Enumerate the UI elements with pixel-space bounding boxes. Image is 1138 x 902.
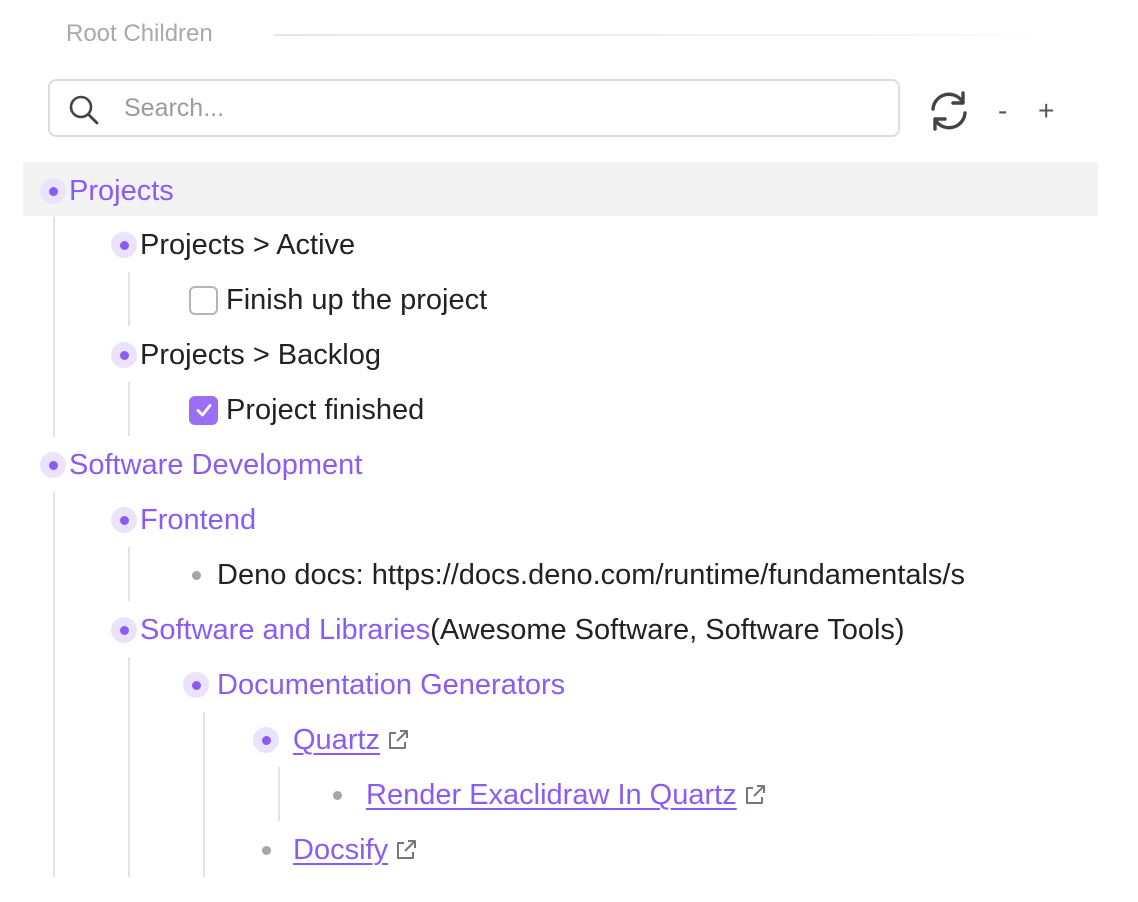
bullet-icon[interactable] bbox=[111, 232, 137, 258]
tree-item-software-libraries[interactable]: Software and Libraries (Awesome Software… bbox=[111, 603, 905, 657]
task-item[interactable]: Finish up the project bbox=[189, 273, 487, 327]
tree-item-documentation-generators[interactable]: Documentation Generators bbox=[183, 658, 565, 712]
tree-item-frontend[interactable]: Frontend bbox=[111, 493, 256, 547]
indent-guide bbox=[128, 272, 130, 326]
tree-item-label[interactable]: Projects > Active bbox=[140, 230, 355, 260]
bullet-icon[interactable] bbox=[111, 617, 137, 643]
render-excalidraw-link[interactable]: Render Exaclidraw In Quartz bbox=[366, 780, 737, 810]
indent-guide bbox=[53, 492, 55, 877]
list-item: Docsify bbox=[253, 823, 418, 877]
indent-guide bbox=[128, 382, 130, 436]
indent-guide bbox=[128, 657, 130, 877]
external-link-icon[interactable] bbox=[743, 783, 767, 807]
task-label: Finish up the project bbox=[226, 283, 488, 316]
tree-item-label[interactable]: Projects > Backlog bbox=[140, 340, 381, 370]
task-checkbox[interactable] bbox=[189, 395, 218, 425]
bullet-icon[interactable] bbox=[111, 507, 137, 533]
bullet-icon bbox=[183, 562, 209, 588]
task-label: Project finished bbox=[226, 393, 425, 426]
external-link-icon[interactable] bbox=[386, 728, 410, 752]
tree-item-software-development[interactable]: Software Development bbox=[40, 438, 362, 492]
task-checkbox[interactable] bbox=[189, 285, 218, 315]
bullet-icon[interactable] bbox=[183, 672, 209, 698]
bullet-icon[interactable] bbox=[40, 178, 66, 204]
checkmark-icon bbox=[196, 404, 211, 417]
indent-guide bbox=[53, 217, 55, 437]
docsify-link[interactable]: Docsify bbox=[293, 835, 388, 865]
list-item-text: Deno docs: https://docs.deno.com/runtime… bbox=[217, 558, 965, 591]
tree-item-label[interactable]: Software and Libraries bbox=[140, 615, 430, 645]
tree-item-label[interactable]: Frontend bbox=[140, 505, 256, 535]
bullet-icon[interactable] bbox=[111, 342, 137, 368]
bullet-icon bbox=[253, 837, 279, 863]
external-link-icon[interactable] bbox=[394, 838, 418, 862]
bullet-icon[interactable] bbox=[253, 727, 279, 753]
list-item: Render Exaclidraw In Quartz bbox=[324, 768, 767, 822]
bullet-icon[interactable] bbox=[40, 452, 66, 478]
list-item: Deno docs: https://docs.deno.com/runtime… bbox=[183, 548, 965, 602]
tree-item-label[interactable]: Documentation Generators bbox=[217, 670, 565, 700]
indent-guide bbox=[278, 767, 280, 821]
tree-item-projects-backlog[interactable]: Projects > Backlog bbox=[111, 328, 381, 382]
tree-item-aliases: (Awesome Software, Software Tools) bbox=[430, 613, 905, 646]
tree-item-label[interactable]: Projects bbox=[69, 176, 174, 206]
task-item[interactable]: Project finished bbox=[189, 383, 424, 437]
quartz-link[interactable]: Quartz bbox=[293, 725, 380, 755]
bullet-icon bbox=[324, 782, 350, 808]
tree-item-quartz[interactable]: Quartz bbox=[253, 713, 410, 767]
indent-guide bbox=[128, 547, 130, 601]
tree-item-label[interactable]: Software Development bbox=[69, 450, 362, 480]
tree-item-projects-active[interactable]: Projects > Active bbox=[111, 218, 355, 272]
indent-guide bbox=[203, 712, 205, 877]
outline-tree: Projects Projects > Active Finish up the… bbox=[0, 0, 1138, 902]
tree-item-projects[interactable]: Projects bbox=[40, 164, 174, 218]
